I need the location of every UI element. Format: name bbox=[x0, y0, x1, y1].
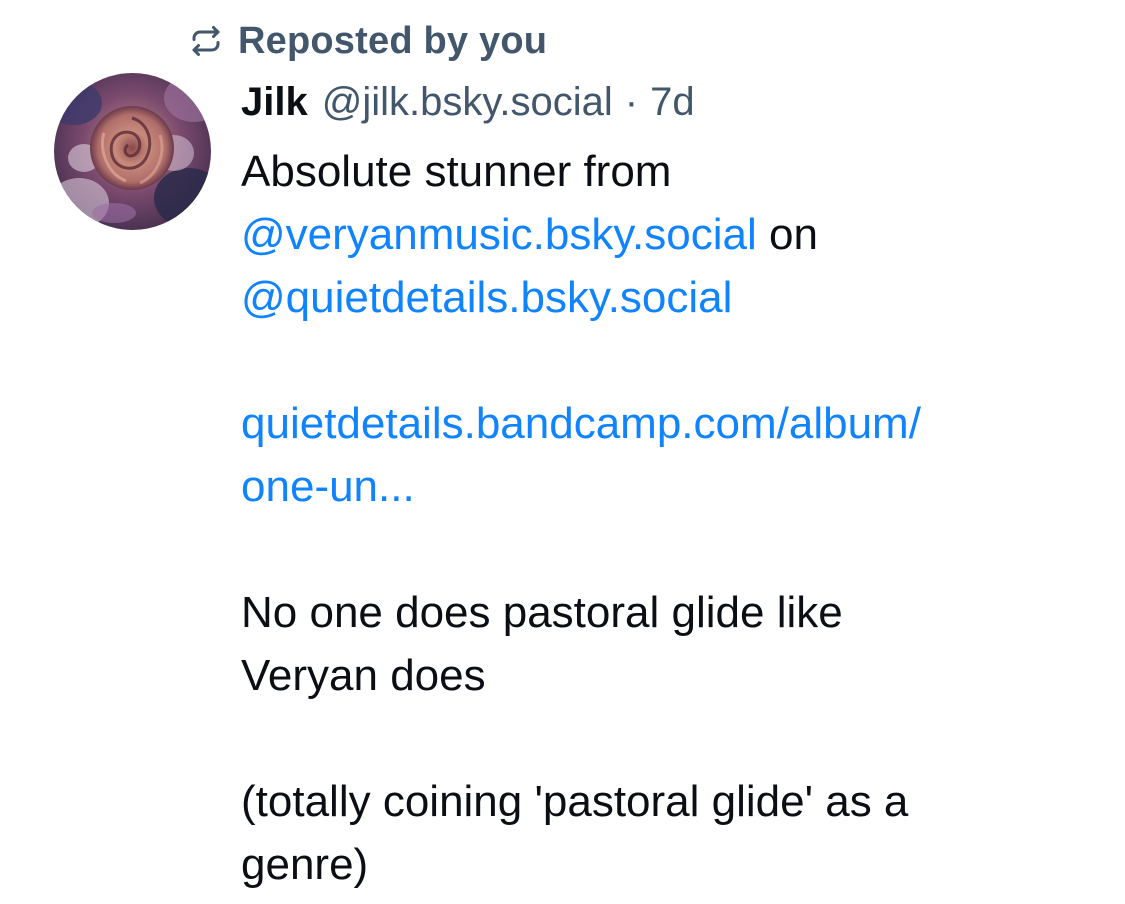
post-line: @quietdetails.bsky.social bbox=[241, 266, 1101, 329]
post-line: Veryan does bbox=[241, 644, 1101, 707]
bandcamp-link[interactable]: quietdetails.bandcamp.com/album/ bbox=[241, 399, 921, 448]
post-header: Jilk @jilk.bsky.social · 7d bbox=[241, 80, 695, 130]
post-text-segment: on bbox=[756, 210, 818, 259]
mention-link-veryanmusic[interactable]: @veryanmusic.bsky.social bbox=[241, 210, 757, 259]
mention-link-quietdetails[interactable]: @quietdetails.bsky.social bbox=[241, 273, 732, 322]
post-line: one-un... bbox=[241, 455, 1101, 518]
post-line: No one does pastoral glide like bbox=[241, 581, 1101, 644]
avatar[interactable] bbox=[54, 73, 211, 230]
separator-dot: · bbox=[624, 80, 639, 124]
avatar-image bbox=[54, 73, 211, 230]
post-text-segment: Veryan does bbox=[241, 651, 486, 700]
post-text-segment: genre) bbox=[241, 840, 369, 889]
post-text-segment: Absolute stunner from bbox=[241, 147, 672, 196]
bandcamp-link-continued[interactable]: one-un... bbox=[241, 462, 415, 511]
post-text-segment: (totally coining 'pastoral glide' as a bbox=[241, 777, 909, 826]
post-text-segment: No one does pastoral glide like bbox=[241, 588, 843, 637]
post-line: genre) bbox=[241, 833, 1101, 896]
post-text: Absolute stunner from @veryanmusic.bsky.… bbox=[241, 140, 1101, 896]
repost-icon bbox=[192, 26, 220, 56]
author-handle[interactable]: @jilk.bsky.social bbox=[322, 80, 613, 125]
post-line: quietdetails.bandcamp.com/album/ bbox=[241, 392, 1101, 455]
post-line: Absolute stunner from bbox=[241, 140, 1101, 203]
author-display-name[interactable]: Jilk bbox=[241, 80, 308, 125]
post-line: @veryanmusic.bsky.social on bbox=[241, 203, 1101, 266]
post-timestamp[interactable]: 7d bbox=[650, 80, 695, 125]
repost-label: Reposted by you bbox=[238, 19, 548, 62]
repost-banner[interactable]: Reposted by you bbox=[188, 16, 547, 66]
post-line: (totally coining 'pastoral glide' as a bbox=[241, 770, 1101, 833]
